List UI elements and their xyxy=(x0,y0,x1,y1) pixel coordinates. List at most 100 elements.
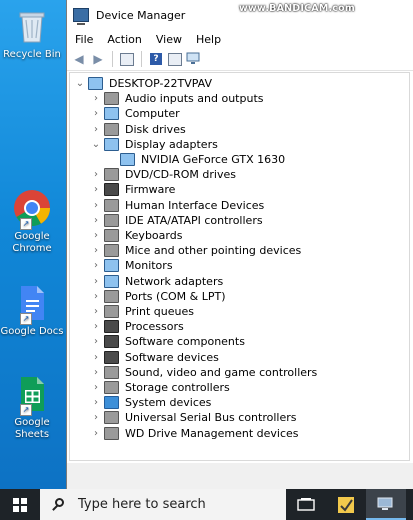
expand-chevron-icon[interactable]: › xyxy=(90,352,102,363)
expand-chevron-icon[interactable]: › xyxy=(90,200,102,211)
forward-arrow-icon[interactable]: ▶ xyxy=(90,51,106,67)
status-bar xyxy=(67,463,413,489)
tree-item[interactable]: › Print queues xyxy=(90,304,194,319)
taskbar-app-sticky-notes[interactable] xyxy=(326,489,366,520)
tree-item-label: NVIDIA GeForce GTX 1630 xyxy=(141,153,286,166)
desktop-icon-google-sheets[interactable]: ↗ Google Sheets xyxy=(0,374,64,441)
storage-controller-icon xyxy=(104,381,119,394)
expand-chevron-icon[interactable]: › xyxy=(90,428,102,439)
expand-chevron-icon[interactable]: › xyxy=(90,382,102,393)
tree-child-item[interactable]: NVIDIA GeForce GTX 1630 xyxy=(106,152,285,167)
google-sheets-icon: ↗ xyxy=(12,374,52,416)
desktop-icon-google-docs[interactable]: ↗ Google Docs xyxy=(0,283,64,338)
tree-item[interactable]: › Software components xyxy=(90,334,245,349)
expand-chevron-icon[interactable]: › xyxy=(90,245,102,256)
tree-item[interactable]: › Network adapters xyxy=(90,274,223,289)
disk-drive-icon xyxy=(104,122,119,136)
expand-chevron-icon[interactable]: › xyxy=(90,291,102,302)
tree-item-label: Processors xyxy=(125,320,184,334)
search-placeholder: Type here to search xyxy=(78,497,206,512)
window-title: Device Manager xyxy=(96,8,186,22)
tree-item-label: Software components xyxy=(125,335,245,349)
chrome-icon: ↗ xyxy=(12,188,52,230)
device-manager-window: Device Manager www.BANDICAM.com File Act… xyxy=(66,0,413,489)
tree-item-label: Monitors xyxy=(125,259,173,273)
toolbar-separator xyxy=(141,51,142,67)
mouse-icon xyxy=(104,244,119,258)
tree-item[interactable]: ⌄ Display adapters xyxy=(90,137,218,152)
tree-item[interactable]: › Computer xyxy=(90,106,180,121)
processor-icon xyxy=(104,320,119,334)
tree-item-label: Software devices xyxy=(125,350,219,364)
tree-item-label: Firmware xyxy=(125,183,176,197)
menu-view[interactable]: View xyxy=(156,33,182,46)
tree-item[interactable]: › Universal Serial Bus controllers xyxy=(90,410,296,425)
tree-item-label: Human Interface Devices xyxy=(125,198,265,212)
tree-item-label: Storage controllers xyxy=(125,381,230,394)
tree-item[interactable]: › Storage controllers xyxy=(90,380,230,395)
expand-chevron-icon[interactable]: › xyxy=(90,397,102,408)
expand-chevron-icon[interactable]: › xyxy=(90,306,102,317)
expand-chevron-icon[interactable]: › xyxy=(90,108,102,119)
port-icon xyxy=(104,289,119,303)
tree-item[interactable]: › Mice and other pointing devices xyxy=(90,243,301,258)
toolbar: ◀ ▶ ? xyxy=(67,48,413,71)
taskbar-app-device-manager[interactable] xyxy=(366,489,406,520)
help-icon[interactable]: ? xyxy=(148,51,164,67)
menu-action[interactable]: Action xyxy=(107,33,141,46)
tree-item[interactable]: › WD Drive Management devices xyxy=(90,426,299,441)
expand-chevron-icon[interactable]: › xyxy=(90,367,102,378)
tree-item[interactable]: › DVD/CD-ROM drives xyxy=(90,167,236,182)
hid-icon xyxy=(104,198,119,212)
toolbar-separator xyxy=(112,51,113,67)
collapse-chevron-icon[interactable]: ⌄ xyxy=(90,139,102,150)
task-view-icon xyxy=(297,497,315,511)
expand-chevron-icon[interactable]: › xyxy=(90,260,102,271)
view-toggle-icon[interactable] xyxy=(167,51,183,67)
start-button[interactable] xyxy=(0,489,40,520)
tree-item[interactable]: › Audio inputs and outputs xyxy=(90,91,264,106)
tree-item-label: Network adapters xyxy=(125,274,224,288)
collapse-chevron-icon[interactable]: ⌄ xyxy=(74,78,86,89)
scan-hardware-icon[interactable] xyxy=(186,51,202,67)
tree-item[interactable]: › IDE ATA/ATAPI controllers xyxy=(90,213,263,228)
device-tree: ⌄ DESKTOP-22TVPAV › Audio inputs and output… xyxy=(69,72,410,461)
menu-help[interactable]: Help xyxy=(196,33,221,46)
tree-root[interactable]: ⌄ DESKTOP-22TVPAV xyxy=(74,76,212,91)
menu-file[interactable]: File xyxy=(75,33,93,46)
tree-item[interactable]: › Monitors xyxy=(90,258,173,273)
tree-item-label: Disk drives xyxy=(125,122,186,136)
tree-item-label: Print queues xyxy=(125,305,194,318)
expand-chevron-icon[interactable]: › xyxy=(90,169,102,180)
expand-chevron-icon[interactable]: › xyxy=(90,93,102,104)
tree-item[interactable]: › Software devices xyxy=(90,350,219,365)
tree-item[interactable]: › System devices xyxy=(90,395,211,410)
properties-icon[interactable] xyxy=(119,51,135,67)
back-arrow-icon[interactable]: ◀ xyxy=(71,51,87,67)
expand-chevron-icon[interactable]: › xyxy=(90,124,102,135)
expand-chevron-icon[interactable]: › xyxy=(90,184,102,195)
tree-item[interactable]: › Sound, video and game controllers xyxy=(90,365,317,380)
tree-item[interactable]: › Keyboards xyxy=(90,228,182,243)
desktop-icon-google-chrome[interactable]: ↗ Google Chrome xyxy=(0,188,64,255)
task-view-button[interactable] xyxy=(286,489,326,520)
software-component-icon xyxy=(104,335,119,349)
expand-chevron-icon[interactable]: › xyxy=(90,230,102,241)
expand-chevron-icon[interactable]: › xyxy=(90,336,102,347)
tree-item[interactable]: › Human Interface Devices xyxy=(90,198,264,213)
expand-chevron-icon[interactable]: › xyxy=(90,412,102,423)
tree-item[interactable]: › Firmware xyxy=(90,182,175,197)
expand-chevron-icon[interactable]: › xyxy=(90,321,102,332)
tree-item-label: Universal Serial Bus controllers xyxy=(125,411,297,425)
expand-chevron-icon[interactable]: › xyxy=(90,276,102,287)
tree-item[interactable]: › Processors xyxy=(90,319,184,334)
desktop-icon-recycle-bin[interactable]: Recycle Bin xyxy=(0,6,64,61)
menu-bar: File Action View Help xyxy=(67,30,413,48)
expand-chevron-icon[interactable]: › xyxy=(90,215,102,226)
bandicam-watermark: www.BANDICAM.com xyxy=(239,3,355,14)
tree-item[interactable]: › Ports (COM & LPT) xyxy=(90,289,226,304)
ide-controller-icon xyxy=(104,213,119,227)
tree-item[interactable]: › Disk drives xyxy=(90,122,186,137)
desktop-icon-label: Recycle Bin xyxy=(3,49,61,60)
taskbar-search-box[interactable]: Type here to search xyxy=(40,489,286,520)
